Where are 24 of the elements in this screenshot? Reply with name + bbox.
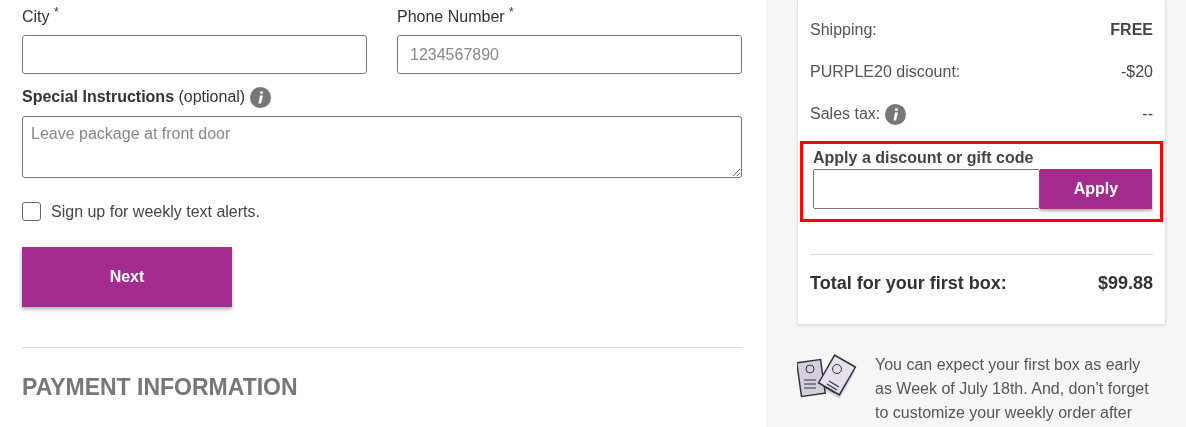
info-icon[interactable] <box>885 103 907 125</box>
delivery-note: You can expect your first box as early as Week of July 18th. And, don’t forget to customize your weekly order after <box>875 355 1150 423</box>
section-heading: PAYMENT INFORMATION <box>22 374 299 401</box>
total-value: $99.88 <box>1097 273 1153 294</box>
discount-label: Apply a discount or gift code <box>813 149 1035 167</box>
summary-value: -- <box>1142 105 1153 123</box>
field-label: Phone Number $^{*}$ <box>397 5 514 27</box>
summary-value: -$20 <box>1120 63 1153 81</box>
input-field[interactable] <box>22 35 367 74</box>
instructions-field[interactable]: Leave package at front door <box>22 116 742 178</box>
apply-button[interactable]: Apply <box>1040 169 1152 209</box>
summary-label: Sales tax: <box>810 105 881 123</box>
field-label: City $^{*}$ <box>22 5 59 27</box>
info-icon[interactable] <box>250 86 272 108</box>
total-label: Total for your first box: <box>810 273 1007 294</box>
summary-label: Shipping: <box>810 21 877 39</box>
checkbox[interactable] <box>22 202 41 221</box>
summary-value: FREE <box>1110 21 1153 39</box>
summary-label: PURPLE20 discount: <box>810 63 961 81</box>
checkbox-label: Sign up for weekly text alerts. <box>51 202 260 221</box>
next-button[interactable]: Next <box>22 247 232 307</box>
discount-code-field[interactable] <box>813 169 1040 209</box>
field-label: Special Instructions (optional) <box>22 88 246 106</box>
input-field[interactable]: 1234567890 <box>397 35 742 74</box>
